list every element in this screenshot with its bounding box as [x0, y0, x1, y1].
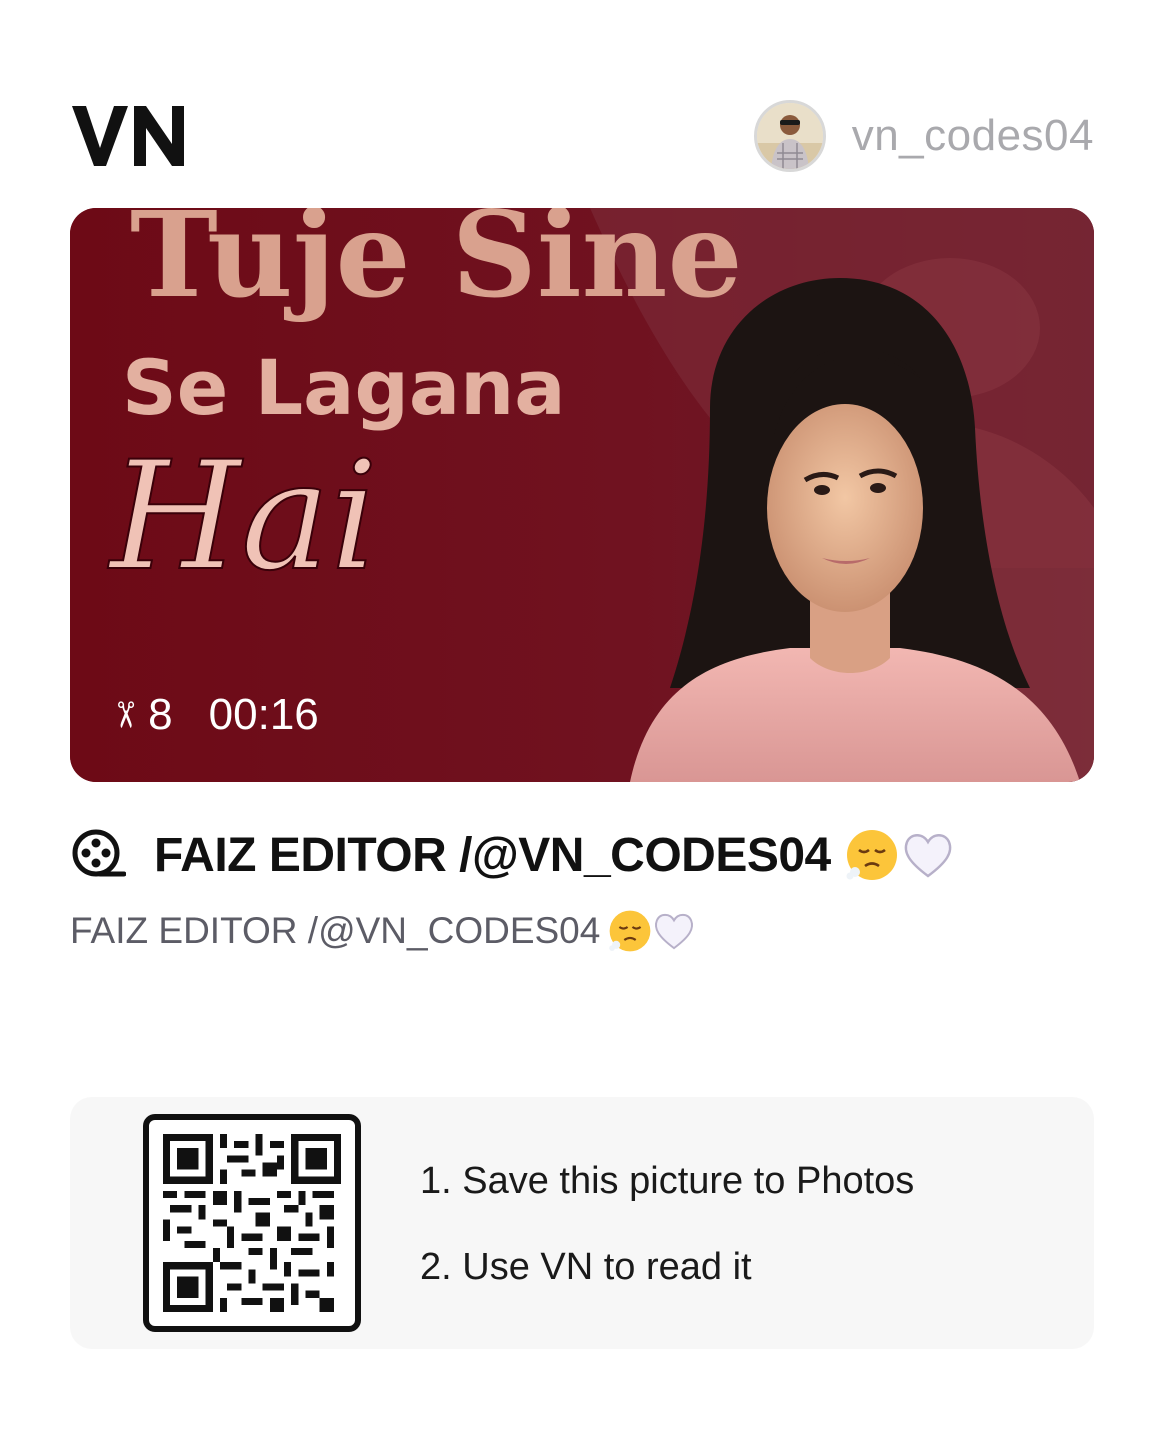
exhaling-face-emoji-icon — [846, 830, 897, 880]
project-description: FAIZ EDITOR /@VN_CODES04 — [70, 905, 696, 957]
film-reel-icon — [72, 829, 126, 877]
vn-logo — [70, 96, 186, 176]
white-heart-emoji-icon — [904, 834, 952, 878]
qr-code[interactable] — [143, 1114, 361, 1332]
avatar[interactable] — [753, 100, 826, 172]
qr-code-icon — [163, 1134, 341, 1312]
duration: 00:16 — [208, 690, 319, 739]
project-description-text: FAIZ EDITOR /@VN_CODES04 — [70, 910, 601, 951]
thumbnail-line1: Tuje Sine — [130, 208, 743, 324]
instruction-step-1: 1. Save this picture to Photos — [420, 1160, 915, 1202]
project-title-row: FAIZ EDITOR /@VN_CODES04 — [70, 820, 955, 890]
user-profile[interactable]: vn_codes04 — [753, 98, 1094, 174]
thumbnail-line2: Se Lagana — [122, 343, 566, 432]
clip-count: 8 — [148, 690, 173, 739]
instruction-step-2: 2. Use VN to read it — [420, 1246, 752, 1288]
username[interactable]: vn_codes04 — [852, 111, 1094, 161]
qr-instructions: 1. Save this picture to Photos 2. Use VN… — [420, 1157, 914, 1291]
project-title: FAIZ EDITOR /@VN_CODES04 — [154, 828, 831, 882]
exhaling-face-emoji-icon — [609, 910, 651, 952]
thumbnail-line3: Hai — [107, 430, 378, 604]
white-heart-emoji-icon — [655, 913, 694, 950]
header: vn_codes04 — [70, 96, 1094, 176]
qr-card: 1. Save this picture to Photos 2. Use VN… — [70, 1097, 1094, 1349]
thumbnail-meta: ✂ 8 00:16 — [105, 690, 319, 740]
scissors-icon: ✂ — [105, 699, 147, 731]
